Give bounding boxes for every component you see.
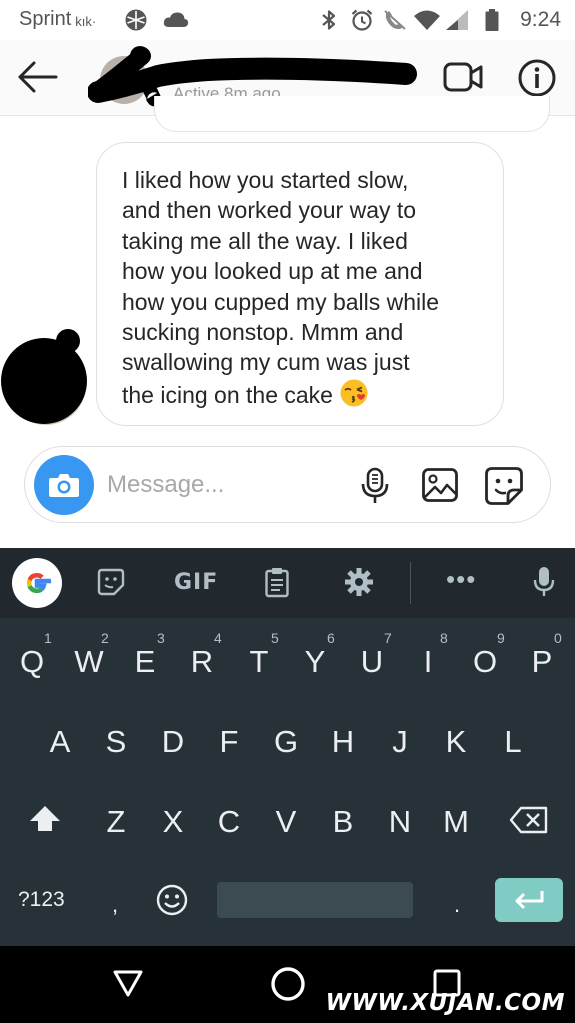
battery-icon bbox=[485, 9, 499, 31]
key-hint-3: 4 bbox=[214, 630, 222, 646]
key-row3-6[interactable]: M bbox=[432, 792, 480, 852]
camera-button[interactable] bbox=[34, 455, 94, 515]
key-row3-4[interactable]: B bbox=[319, 792, 367, 852]
key-hint-1: 2 bbox=[101, 630, 109, 646]
comma-key[interactable]: , bbox=[112, 892, 118, 918]
message-text: I liked how you started slow, and then w… bbox=[122, 167, 439, 408]
settings-gear-icon[interactable] bbox=[344, 567, 374, 597]
back-triangle-icon[interactable] bbox=[112, 968, 144, 998]
enter-key[interactable] bbox=[495, 878, 563, 922]
signal-icon bbox=[446, 10, 468, 30]
key-row2-1[interactable]: S bbox=[92, 712, 140, 772]
message-body: I liked how you started slow, and then w… bbox=[122, 167, 440, 408]
previous-message-bubble bbox=[154, 96, 550, 132]
key-row2-7[interactable]: K bbox=[432, 712, 480, 772]
camera-icon bbox=[49, 474, 79, 497]
key-row3-1[interactable]: X bbox=[149, 792, 197, 852]
enter-arrow-icon bbox=[515, 891, 544, 910]
info-icon[interactable] bbox=[517, 58, 557, 98]
key-row3-0[interactable]: Z bbox=[92, 792, 140, 852]
key-hint-6: 7 bbox=[384, 630, 392, 646]
received-message-bubble[interactable]: I liked how you started slow, and then w… bbox=[96, 142, 504, 426]
watermark: WWW.XUJAN.COM bbox=[325, 990, 565, 1016]
voice-input-icon[interactable] bbox=[533, 566, 555, 598]
keyboard: GIF ••• Q1W2E3R4T5Y6U7I8O9P0 ASDFGHJKL Z… bbox=[0, 548, 575, 946]
microphone-icon[interactable] bbox=[359, 467, 391, 505]
key-row3-5[interactable]: N bbox=[376, 792, 424, 852]
sticker-icon[interactable] bbox=[484, 466, 524, 506]
key-row2-5[interactable]: H bbox=[319, 712, 367, 772]
emoji-sticker-icon[interactable] bbox=[97, 568, 125, 596]
key-hint-5: 6 bbox=[327, 630, 335, 646]
key-row3-3[interactable]: V bbox=[262, 792, 310, 852]
shift-key-icon[interactable] bbox=[28, 804, 62, 834]
key-row2-0[interactable]: A bbox=[36, 712, 84, 772]
kissing-face-emoji bbox=[340, 379, 368, 407]
key-row2-8[interactable]: L bbox=[489, 712, 537, 772]
key-hint-8: 9 bbox=[497, 630, 505, 646]
status-bar: Sprint kık· 9:24 bbox=[0, 0, 575, 40]
clock: 9:24 bbox=[520, 8, 561, 31]
space-bar[interactable] bbox=[217, 882, 413, 918]
gif-button[interactable]: GIF bbox=[174, 570, 218, 595]
google-button[interactable] bbox=[12, 558, 62, 608]
ball-icon bbox=[125, 9, 147, 31]
backspace-icon[interactable] bbox=[509, 806, 549, 834]
sender-avatar-redacted[interactable] bbox=[0, 325, 92, 425]
kik-notification-label: kık· bbox=[75, 14, 97, 29]
key-row2-6[interactable]: J bbox=[376, 712, 424, 772]
message-input[interactable] bbox=[107, 465, 327, 505]
home-circle-icon[interactable] bbox=[270, 966, 306, 1002]
video-call-icon[interactable] bbox=[442, 58, 484, 96]
key-hint-7: 8 bbox=[440, 630, 448, 646]
key-hint-0: 1 bbox=[44, 630, 52, 646]
carrier-label: Sprint bbox=[19, 8, 72, 30]
wifi-icon bbox=[414, 10, 440, 30]
key-hint-2: 3 bbox=[157, 630, 165, 646]
key-row2-3[interactable]: F bbox=[205, 712, 253, 772]
key-row3-2[interactable]: C bbox=[205, 792, 253, 852]
bluetooth-icon bbox=[322, 10, 336, 30]
cloud-icon bbox=[163, 12, 189, 27]
keyboard-toolbar: GIF ••• bbox=[0, 548, 575, 618]
alarm-icon bbox=[351, 9, 373, 31]
message-composer bbox=[24, 446, 551, 523]
back-arrow-icon[interactable] bbox=[16, 59, 60, 95]
symbols-key[interactable]: ?123 bbox=[18, 888, 65, 912]
period-key[interactable]: . bbox=[454, 892, 460, 918]
key-hint-9: 0 bbox=[554, 630, 562, 646]
key-hint-4: 5 bbox=[271, 630, 279, 646]
toolbar-divider bbox=[410, 562, 411, 604]
emoji-key-icon[interactable] bbox=[156, 884, 188, 916]
status-left: Sprint kık· bbox=[19, 8, 96, 31]
more-options-button[interactable]: ••• bbox=[446, 564, 476, 595]
google-icon bbox=[26, 572, 52, 594]
call-muted-icon bbox=[384, 10, 406, 30]
clipboard-icon[interactable] bbox=[264, 566, 290, 598]
key-row2-2[interactable]: D bbox=[149, 712, 197, 772]
key-row2-4[interactable]: G bbox=[262, 712, 310, 772]
gallery-icon[interactable] bbox=[421, 467, 459, 503]
